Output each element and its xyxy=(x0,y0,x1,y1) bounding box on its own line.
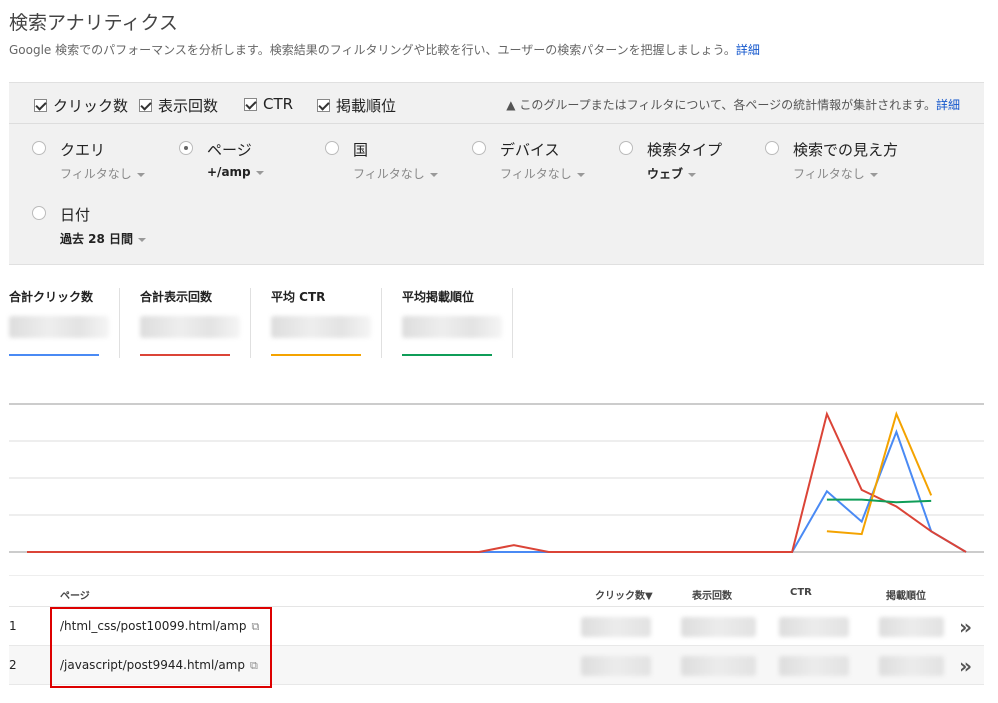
blurred-value xyxy=(271,316,371,338)
blurred-ctr xyxy=(779,617,849,637)
average-position-stat[interactable]: 平均掲載順位 xyxy=(402,288,512,358)
blurred-ctr xyxy=(779,656,849,676)
highlight-box xyxy=(50,607,272,688)
row-index: 2 xyxy=(9,658,17,672)
dropdown-caret-icon xyxy=(255,170,264,175)
stat-divider xyxy=(119,288,120,358)
blurred-clicks xyxy=(581,656,651,676)
stat-divider xyxy=(381,288,382,358)
warning-icon: ▲ xyxy=(506,98,520,112)
total-clicks-stat[interactable]: 合計クリック数 xyxy=(9,288,119,358)
performance-line-chart xyxy=(9,403,984,553)
double-chevron-right-icon[interactable]: » xyxy=(959,615,972,639)
radio-icon xyxy=(32,141,46,155)
impressions-checkbox[interactable]: 表示回数 xyxy=(139,95,218,116)
dropdown-caret-icon xyxy=(576,172,585,177)
dropdown-caret-icon xyxy=(869,172,878,177)
radio-icon xyxy=(765,141,779,155)
blurred-value xyxy=(140,316,240,338)
blurred-impressions xyxy=(681,656,756,676)
clicks-color-line xyxy=(9,354,99,356)
blurred-value xyxy=(9,316,109,338)
page-title: 検索アナリティクス xyxy=(9,12,178,34)
col-ctr[interactable]: CTR xyxy=(790,587,812,598)
position-color-line xyxy=(402,354,492,356)
table-header: ページ クリック数▼ 表示回数 CTR 掲載順位 xyxy=(9,575,984,607)
filter-panel: クリック数 表示回数 CTR 掲載順位 ▲ このグループまたはフィルタについて、… xyxy=(9,82,984,265)
ctr-color-line xyxy=(271,354,361,356)
blurred-impressions xyxy=(681,617,756,637)
checkbox-checked-icon xyxy=(244,97,257,111)
total-impressions-stat[interactable]: 合計表示回数 xyxy=(140,288,250,358)
col-impressions[interactable]: 表示回数 xyxy=(692,587,732,602)
double-chevron-right-icon[interactable]: » xyxy=(959,654,972,678)
series-line-impressions xyxy=(27,411,967,553)
col-position[interactable]: 掲載順位 xyxy=(886,587,926,602)
notice-detail-link[interactable]: 詳細 xyxy=(936,98,960,112)
checkbox-checked-icon xyxy=(34,99,47,112)
clicks-checkbox[interactable]: クリック数 xyxy=(34,95,128,116)
series-line-clicks xyxy=(27,429,967,553)
blurred-position xyxy=(879,617,944,637)
stat-divider xyxy=(512,288,513,358)
checkbox-checked-icon xyxy=(317,99,330,112)
series-line-ctr xyxy=(826,411,933,536)
dropdown-caret-icon xyxy=(429,172,438,177)
blurred-position xyxy=(879,656,944,676)
aggregation-notice: ▲ このグループまたはフィルタについて、各ページの統計情報が集計されます。詳細 xyxy=(506,98,960,112)
row-index: 1 xyxy=(9,619,17,633)
position-checkbox[interactable]: 掲載順位 xyxy=(317,95,396,116)
col-clicks[interactable]: クリック数▼ xyxy=(595,587,653,602)
impressions-color-line xyxy=(140,354,230,356)
radio-icon xyxy=(325,141,339,155)
radio-icon xyxy=(619,141,633,155)
dropdown-caret-icon xyxy=(688,172,697,177)
col-page[interactable]: ページ xyxy=(60,587,90,602)
blurred-value xyxy=(402,316,502,338)
dropdown-caret-icon xyxy=(136,172,145,177)
average-ctr-stat[interactable]: 平均 CTR xyxy=(271,288,381,358)
radio-selected-icon xyxy=(179,141,193,155)
series-line-position xyxy=(826,498,932,504)
metric-checkbox-row: クリック数 表示回数 CTR 掲載順位 ▲ このグループまたはフィルタについて、… xyxy=(9,83,984,124)
radio-icon xyxy=(472,141,486,155)
checkbox-checked-icon xyxy=(139,99,152,112)
blurred-clicks xyxy=(581,617,651,637)
stat-divider xyxy=(250,288,251,358)
page-description: Google 検索でのパフォーマンスを分析します。検索結果のフィルタリングや比較… xyxy=(9,43,760,57)
radio-icon xyxy=(32,206,46,220)
ctr-checkbox[interactable]: CTR xyxy=(244,95,293,113)
detail-link[interactable]: 詳細 xyxy=(736,43,760,57)
dropdown-caret-icon xyxy=(138,237,147,242)
